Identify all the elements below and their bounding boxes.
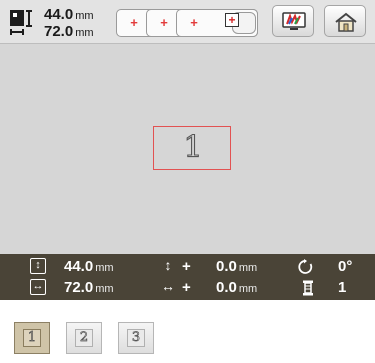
pattern-glyph: 1 (183, 129, 203, 165)
rotation-readout: 0° (338, 258, 353, 275)
hoop-center-mark: + (190, 15, 198, 30)
vertical-move-sign: + (182, 258, 191, 275)
home-icon (335, 12, 357, 32)
horizontal-move-readout: 0.0 mm (216, 279, 257, 298)
rotate-icon (298, 259, 313, 274)
pattern-canvas[interactable]: 1 (0, 45, 375, 254)
vertical-move-readout: 0.0 mm (216, 258, 257, 277)
selected-pattern-box[interactable]: 1 (153, 126, 231, 170)
monitor-color-icon (282, 12, 306, 30)
horizontal-move-value: 0.0 (216, 279, 237, 296)
hoop-center-mark: + (160, 15, 168, 30)
horizontal-move-unit: mm (238, 283, 258, 295)
hoop-center-mark: + (130, 15, 138, 30)
width-value: 72.0 (64, 279, 94, 296)
tab-page-3-label: 3 (127, 329, 145, 347)
tab-page-3[interactable]: 3 (118, 322, 154, 354)
width-unit: mm (95, 283, 114, 295)
tab-page-2-label: 2 (75, 329, 93, 347)
color-count-readout: 1 (338, 279, 347, 296)
horizontal-move-sign: + (182, 279, 191, 296)
thread-spool-icon (303, 280, 313, 296)
tab-page-1-label: 1 (23, 329, 41, 347)
pattern-size-icon (10, 10, 32, 35)
height-icon: ↕ (30, 258, 46, 274)
tab-page-2[interactable]: 2 (66, 322, 102, 354)
vertical-move-icon: ↕ (164, 257, 172, 273)
hoop-size-selector[interactable]: + + + + (116, 9, 258, 39)
home-button[interactable] (324, 5, 366, 37)
height-value: 44.0 (64, 258, 94, 275)
vertical-move-unit: mm (238, 262, 258, 274)
width-icon: ↔ (30, 279, 46, 295)
embroidery-edit-screen: 44.0 mm 72.0 mm + + + + 1 ↕ 44.0 mm ↕ + … (0, 0, 375, 300)
pattern-width-unit: mm (75, 10, 94, 22)
pattern-size-readout: 44.0 mm 72.0 mm (44, 7, 94, 41)
tab-page-1[interactable]: 1 (14, 322, 50, 354)
top-bar: 44.0 mm 72.0 mm + + + + (0, 0, 375, 44)
height-unit: mm (95, 262, 114, 274)
width-readout: 72.0 mm (64, 279, 114, 298)
vertical-move-value: 0.0 (216, 258, 237, 275)
height-readout: 44.0 mm (64, 258, 114, 277)
hoop-selected-mark: + (225, 13, 239, 27)
pattern-height-unit: mm (75, 27, 94, 39)
horizontal-move-icon: ↔ (161, 278, 175, 294)
thread-color-display-button[interactable] (272, 5, 314, 37)
pattern-width-value: 44.0 (44, 6, 74, 23)
pattern-height-value: 72.0 (44, 23, 74, 40)
status-bar: ↕ 44.0 mm ↕ + 0.0 mm 0° ↔ 72.0 mm ↔ + 0.0 mm (0, 254, 375, 300)
